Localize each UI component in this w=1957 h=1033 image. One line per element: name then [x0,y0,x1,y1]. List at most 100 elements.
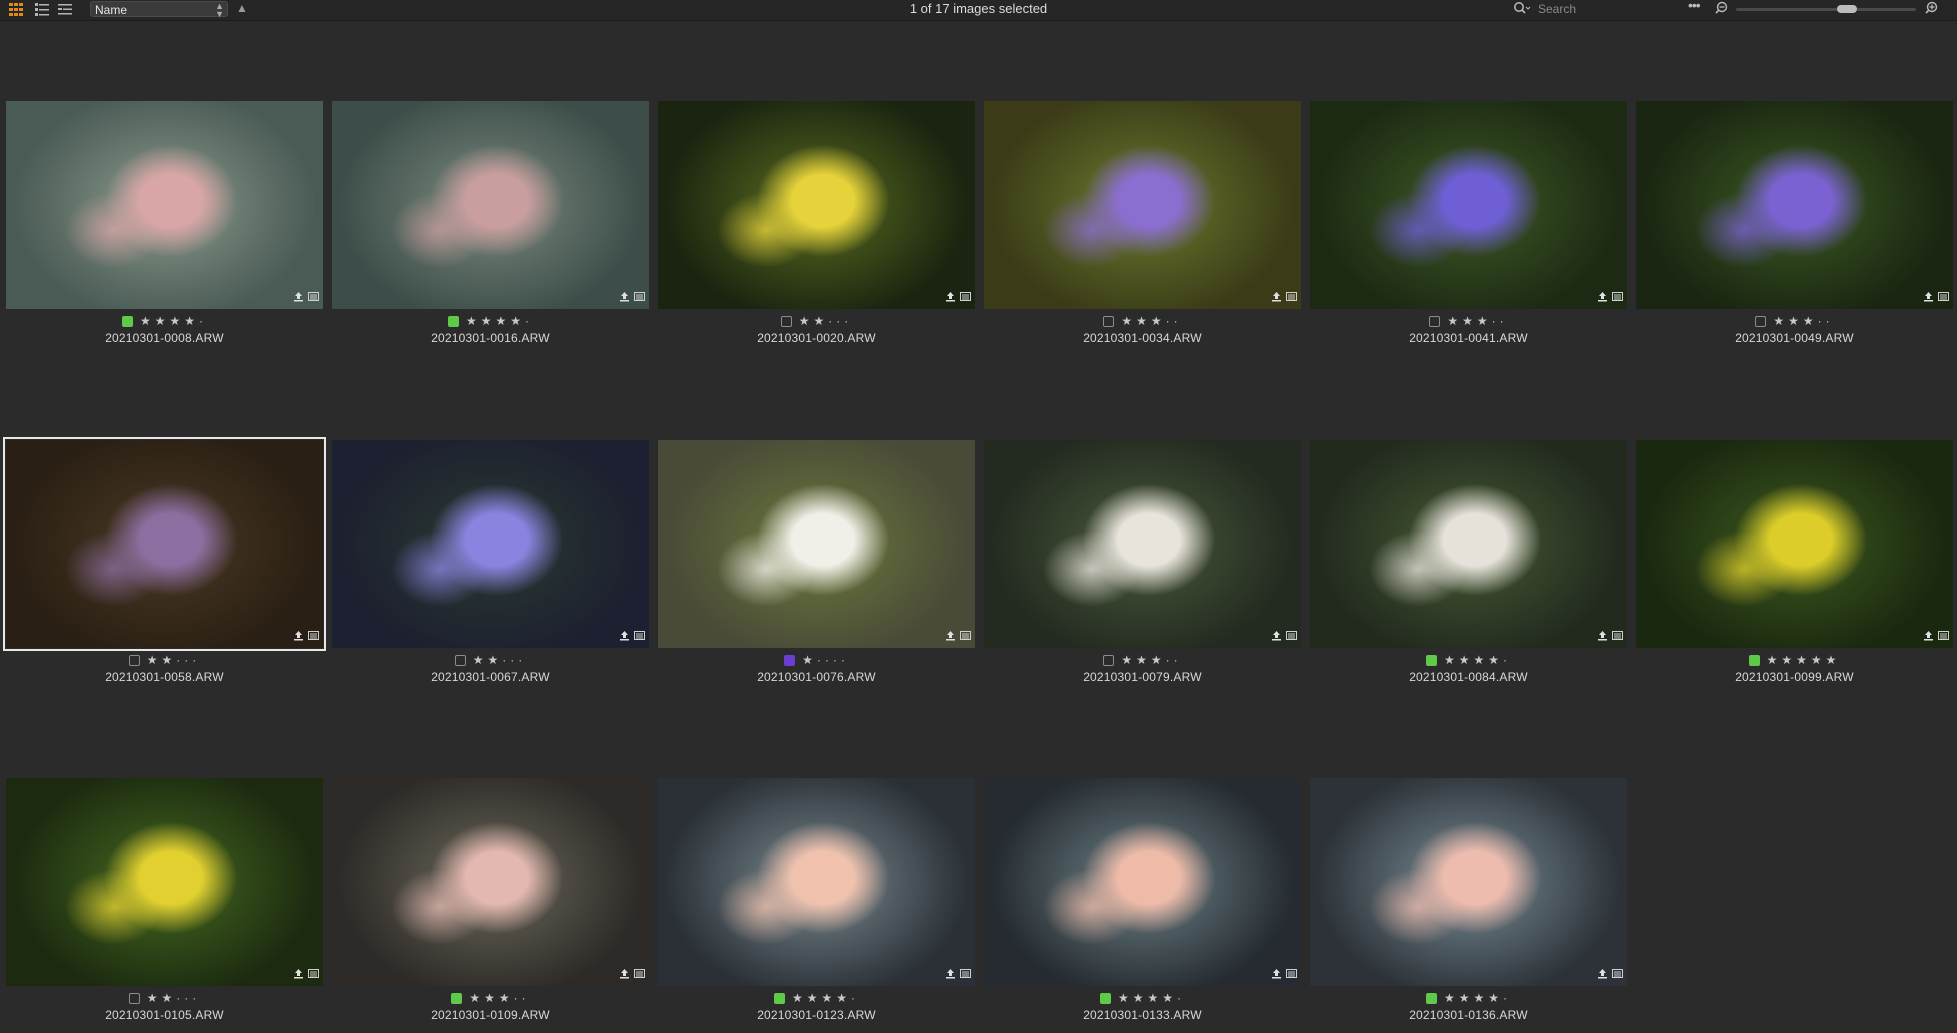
image-preview[interactable] [1310,101,1627,309]
star-rating[interactable]: ★★··· [147,654,201,666]
export-icon[interactable] [293,628,304,646]
image-thumbnail[interactable]: ★···· 20210301-0076.ARW [658,440,975,687]
image-thumbnail[interactable]: ★★··· 20210301-0020.ARW [658,101,975,348]
color-label-checkbox[interactable] [128,654,140,666]
star-rating[interactable]: ★★★·· [469,992,529,1004]
image-thumbnail[interactable]: ★★··· 20210301-0067.ARW [332,440,649,687]
star-rating[interactable]: ★★★★· [466,315,533,327]
export-icon[interactable] [1271,289,1282,307]
image-preview[interactable] [1310,440,1627,648]
export-icon[interactable] [1271,628,1282,646]
image-thumbnail[interactable]: ★★··· 20210301-0058.ARW [3,437,326,687]
image-thumbnail[interactable]: ★★★·· 20210301-0109.ARW [332,778,649,1025]
adjustments-icon[interactable] [960,966,971,984]
search-icon[interactable] [1513,1,1531,20]
export-icon[interactable] [619,628,630,646]
export-icon[interactable] [1923,628,1934,646]
image-preview[interactable] [332,440,649,648]
image-thumbnail[interactable]: ★★★·· 20210301-0079.ARW [984,440,1301,687]
adjustments-icon[interactable] [1938,289,1949,307]
image-thumbnail[interactable]: ★★★·· 20210301-0034.ARW [984,101,1301,348]
image-preview[interactable] [658,440,975,648]
image-thumbnail[interactable]: ★★★★· 20210301-0123.ARW [658,778,975,1025]
color-label-checkbox[interactable] [780,315,792,327]
image-preview[interactable] [984,440,1301,648]
star-rating[interactable]: ★★★·· [1121,315,1181,327]
adjustments-icon[interactable] [634,289,645,307]
image-preview[interactable] [1310,778,1627,986]
star-rating[interactable]: ★★★★· [1118,992,1185,1004]
color-label-checkbox[interactable] [1755,315,1767,327]
color-label-checkbox[interactable] [1425,654,1437,666]
color-label-checkbox[interactable] [1099,992,1111,1004]
sort-direction-icon[interactable]: ▲ [236,1,248,15]
zoom-slider-track[interactable] [1736,8,1916,11]
color-label-checkbox[interactable] [128,992,140,1004]
image-preview[interactable] [1636,440,1953,648]
image-preview[interactable] [658,101,975,309]
export-icon[interactable] [1597,628,1608,646]
export-icon[interactable] [619,966,630,984]
search-input[interactable] [1536,1,1690,17]
export-icon[interactable] [619,289,630,307]
star-rating[interactable]: ★★··· [799,315,853,327]
adjustments-icon[interactable] [308,628,319,646]
adjustments-icon[interactable] [1612,628,1623,646]
star-rating[interactable]: ★★★★· [140,315,207,327]
image-thumbnail[interactable]: ★★★·· 20210301-0049.ARW [1636,101,1953,348]
adjustments-icon[interactable] [308,966,319,984]
image-preview[interactable] [658,778,975,986]
detail-view-icon[interactable] [57,1,75,17]
star-rating[interactable]: ★★··· [473,654,527,666]
color-label-checkbox[interactable] [1103,315,1115,327]
star-rating[interactable]: ★★★★· [1444,654,1511,666]
export-icon[interactable] [293,289,304,307]
image-preview[interactable] [332,101,649,309]
zoom-slider-thumb[interactable] [1836,5,1857,13]
sort-field-select[interactable]: Name ▲ ▼ [90,1,228,19]
more-options-button[interactable]: ••• [1688,0,1701,13]
adjustments-icon[interactable] [1286,289,1297,307]
adjustments-icon[interactable] [1612,289,1623,307]
color-label-checkbox[interactable] [1429,315,1441,327]
image-preview[interactable] [1636,101,1953,309]
color-label-checkbox[interactable] [451,992,463,1004]
image-thumbnail[interactable]: ★★★★· 20210301-0008.ARW [6,101,323,348]
image-thumbnail[interactable]: ★★★★· 20210301-0016.ARW [332,101,649,348]
color-label-checkbox[interactable] [1103,654,1115,666]
image-thumbnail[interactable]: ★★★★· 20210301-0136.ARW [1310,778,1627,1025]
image-thumbnail[interactable]: ★★★★· 20210301-0084.ARW [1310,440,1627,687]
color-label-checkbox[interactable] [773,992,785,1004]
star-rating[interactable]: ★★★·· [1447,315,1507,327]
adjustments-icon[interactable] [960,289,971,307]
adjustments-icon[interactable] [634,966,645,984]
star-rating[interactable]: ★★★★· [1444,992,1511,1004]
export-icon[interactable] [1597,966,1608,984]
image-thumbnail[interactable]: ★★★★★ 20210301-0099.ARW [1636,440,1953,687]
star-rating[interactable]: ★★★·· [1773,315,1833,327]
export-icon[interactable] [945,289,956,307]
color-label-checkbox[interactable] [121,315,133,327]
image-thumbnail[interactable]: ★★★·· 20210301-0041.ARW [1310,101,1627,348]
image-thumbnail[interactable]: ★★★★· 20210301-0133.ARW [984,778,1301,1025]
image-thumbnail[interactable]: ★★··· 20210301-0105.ARW [6,778,323,1025]
color-label-checkbox[interactable] [454,654,466,666]
export-icon[interactable] [293,966,304,984]
image-preview[interactable] [984,778,1301,986]
star-rating[interactable]: ★★★·· [1121,654,1181,666]
adjustments-icon[interactable] [1286,628,1297,646]
search-box[interactable] [1512,0,1692,17]
zoom-in-icon[interactable] [1923,1,1939,20]
export-icon[interactable] [1923,289,1934,307]
image-preview[interactable] [984,101,1301,309]
image-preview[interactable] [3,437,326,651]
export-icon[interactable] [945,628,956,646]
image-preview[interactable] [332,778,649,986]
adjustments-icon[interactable] [1612,966,1623,984]
adjustments-icon[interactable] [308,289,319,307]
adjustments-icon[interactable] [1286,966,1297,984]
star-rating[interactable]: ★★··· [147,992,201,1004]
export-icon[interactable] [945,966,956,984]
star-rating[interactable]: ★★★★· [792,992,859,1004]
adjustments-icon[interactable] [634,628,645,646]
